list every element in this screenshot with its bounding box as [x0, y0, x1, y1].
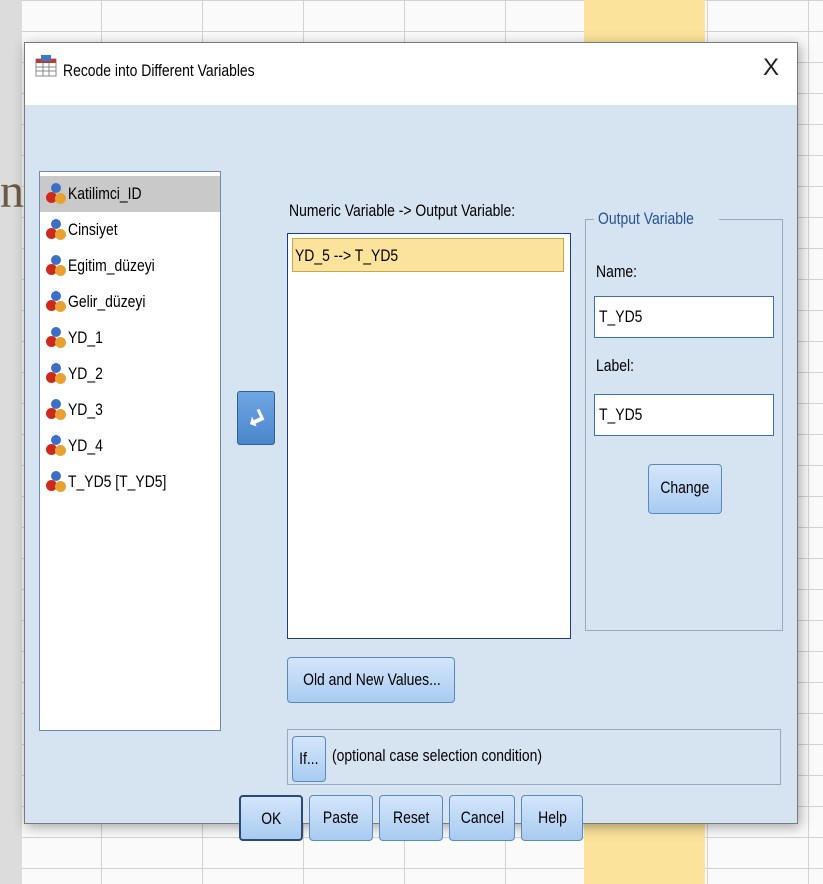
numeric-variable-list[interactable]: YD_5 --> T_YD5 — [287, 233, 571, 639]
variable-label: Cinsiyet — [68, 220, 118, 239]
variable-label: YD_4 — [68, 436, 103, 455]
dialog-body: Katilimci_ID Cinsiyet Egitim_düzeyi Gelir_d… — [25, 105, 797, 841]
variable-list-item[interactable]: YD_2 — [40, 356, 220, 392]
numeric-variable-item[interactable]: YD_5 --> T_YD5 — [292, 238, 564, 272]
label-input[interactable]: T_YD5 — [594, 394, 774, 436]
variable-list-item[interactable]: Cinsiyet — [40, 212, 220, 248]
if-condition-frame: If... (optional case selection condition… — [287, 729, 781, 785]
nominal-variable-icon — [46, 471, 66, 493]
if-condition-text: (optional case selection condition) — [332, 746, 543, 765]
label-label: Label: — [596, 356, 634, 375]
variable-list-item[interactable]: Gelir_düzeyi — [40, 284, 220, 320]
recode-dialog: Recode into Different Variables X Katili… — [24, 42, 798, 841]
output-variable-group: Output Variable Name: T_YD5 Label: T_YD5… — [585, 209, 783, 631]
dialog-title: Recode into Different Variables — [63, 61, 255, 80]
variable-list-item[interactable]: Egitim_düzeyi — [40, 248, 220, 284]
name-label: Name: — [596, 262, 638, 281]
variable-label: Gelir_düzeyi — [68, 292, 146, 311]
arrow-left-icon — [250, 408, 265, 427]
nominal-variable-icon — [46, 327, 66, 349]
old-and-new-values-button[interactable]: Old and New Values... — [287, 657, 455, 703]
help-button[interactable]: Help — [521, 795, 583, 841]
change-button[interactable]: Change — [648, 464, 722, 514]
background-left-margin — [0, 0, 22, 884]
close-button[interactable]: X — [757, 53, 785, 83]
move-variable-arrow-button[interactable] — [237, 391, 275, 445]
recode-app-icon — [35, 55, 57, 77]
variable-list-item[interactable]: Katilimci_ID — [40, 176, 220, 212]
numeric-variable-heading: Numeric Variable -> Output Variable: — [289, 201, 516, 220]
ok-button[interactable]: OK — [239, 795, 303, 841]
variable-label: T_YD5 [T_YD5] — [68, 472, 167, 491]
nominal-variable-icon — [46, 435, 66, 457]
variable-label: YD_2 — [68, 364, 103, 383]
background-letter: n — [0, 165, 24, 218]
nominal-variable-icon — [46, 291, 66, 313]
variable-list-item[interactable]: YD_3 — [40, 392, 220, 428]
name-input[interactable]: T_YD5 — [594, 296, 774, 338]
output-variable-legend: Output Variable — [594, 209, 719, 229]
paste-button[interactable]: Paste — [309, 795, 373, 841]
reset-button[interactable]: Reset — [379, 795, 443, 841]
variable-list-item[interactable]: YD_4 — [40, 428, 220, 464]
cancel-button[interactable]: Cancel — [449, 795, 515, 841]
variable-list-item[interactable]: YD_1 — [40, 320, 220, 356]
if-button[interactable]: If... — [292, 736, 326, 782]
source-variable-list[interactable]: Katilimci_ID Cinsiyet Egitim_düzeyi Gelir_d… — [39, 171, 221, 731]
variable-label: YD_1 — [68, 328, 103, 347]
nominal-variable-icon — [46, 183, 66, 205]
variable-list-item[interactable]: T_YD5 [T_YD5] — [40, 464, 220, 500]
title-bar: Recode into Different Variables X — [25, 43, 797, 105]
nominal-variable-icon — [46, 219, 66, 241]
nominal-variable-icon — [46, 399, 66, 421]
variable-label: YD_3 — [68, 400, 103, 419]
nominal-variable-icon — [46, 363, 66, 385]
variable-label: Egitim_düzeyi — [68, 256, 155, 275]
variable-label: Katilimci_ID — [68, 184, 142, 203]
nominal-variable-icon — [46, 255, 66, 277]
